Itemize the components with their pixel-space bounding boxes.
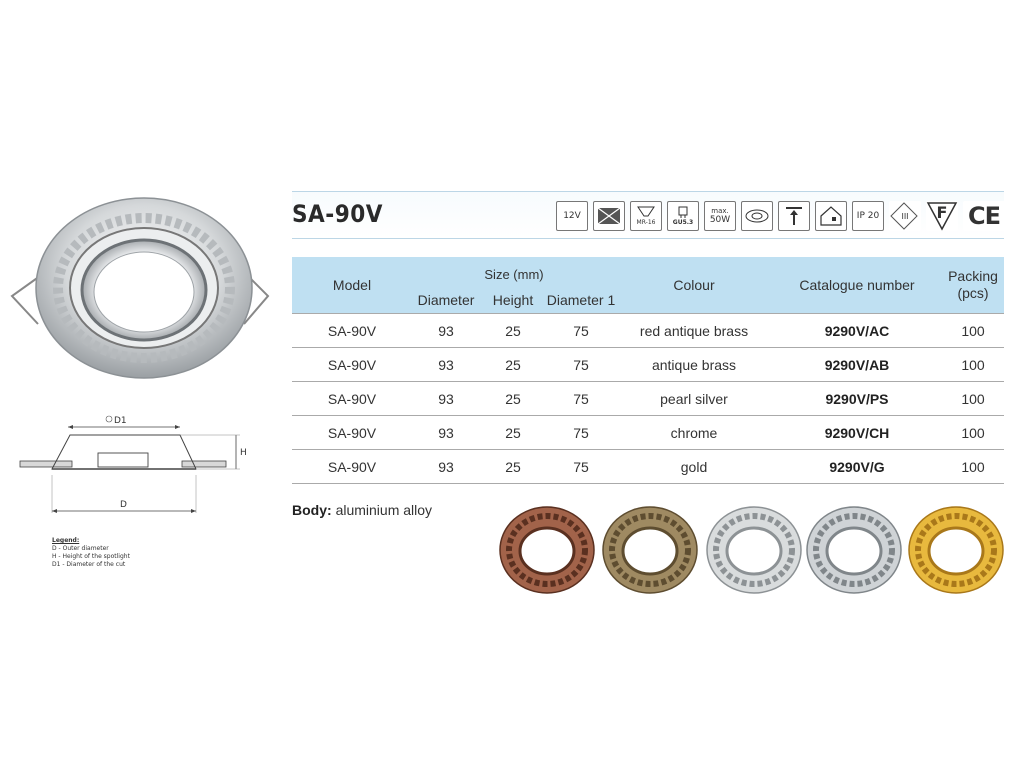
cell-catalogue: 9290V/CH [772, 415, 942, 450]
colour-swatch [602, 506, 698, 594]
cell-colour: gold [616, 449, 772, 484]
voltage-icon: 12V [556, 201, 588, 231]
header-model: Model [332, 277, 372, 293]
colour-swatch [806, 506, 902, 594]
cell-diameter: 93 [412, 415, 480, 450]
gu53-text: GU5.3 [672, 218, 694, 226]
table-row: SA-90V 93 25 75 antique brass 9290V/AB 100 [292, 347, 1004, 382]
ip-text: IP 20 [856, 210, 880, 221]
cell-catalogue: 9290V/AC [772, 313, 942, 348]
cell-model: SA-90V [292, 449, 412, 484]
cell-packing: 100 [942, 313, 1004, 348]
technical-drawing: D1 H D [19, 415, 247, 513]
header-catalogue: Catalogue number [799, 277, 915, 293]
cell-catalogue: 9290V/AB [772, 347, 942, 382]
f-mark-text: F [936, 202, 948, 222]
body-note: Body: aluminium alloy [292, 502, 432, 518]
cell-packing: 100 [942, 347, 1004, 382]
header-diameter1: Diameter 1 [546, 292, 616, 308]
cell-diameter: 93 [412, 347, 480, 382]
header-height: Height [492, 292, 534, 308]
indoor-icon [815, 201, 847, 231]
ceiling-mount-icon [778, 201, 810, 231]
cell-diameter1: 75 [546, 313, 616, 348]
class-iii-text: III [901, 211, 909, 221]
d1-label: D1 [114, 416, 127, 426]
table-row: SA-90V 93 25 75 chrome 9290V/CH 100 [292, 415, 1004, 450]
cell-model: SA-90V [292, 415, 412, 450]
legend: Legend: D - Outer diameter H - Height of… [52, 537, 252, 569]
mr16-lamp-icon: MR-16 [630, 201, 662, 231]
cell-height: 25 [480, 449, 546, 484]
header-packing-label: Packing [948, 268, 998, 284]
cell-catalogue: 9290V/PS [772, 381, 942, 416]
cell-packing: 100 [942, 381, 1004, 416]
cell-colour: antique brass [616, 347, 772, 382]
ce-mark-text: CE [967, 201, 1001, 230]
cell-diameter1: 75 [546, 415, 616, 450]
cell-packing: 100 [942, 415, 1004, 450]
legend-title: Legend: [52, 537, 80, 544]
cell-height: 25 [480, 347, 546, 382]
product-photo [10, 197, 270, 379]
cell-height: 25 [480, 313, 546, 348]
f-mark-icon: F [926, 201, 958, 231]
cell-diameter: 93 [412, 313, 480, 348]
tilt-icon [741, 201, 773, 231]
cell-colour: pearl silver [616, 381, 772, 416]
class-iii-icon: III [889, 201, 921, 231]
table-row: SA-90V 93 25 75 gold 9290V/G 100 [292, 449, 1004, 484]
table-row: SA-90V 93 25 75 red antique brass 9290V/AC 100 [292, 313, 1004, 348]
cell-diameter: 93 [412, 381, 480, 416]
header-colour: Colour [673, 277, 715, 293]
cell-height: 25 [480, 381, 546, 416]
h-label: H [240, 448, 247, 458]
colour-swatch [499, 506, 595, 594]
header-packing: Packing (pcs) [942, 257, 1004, 314]
cell-model: SA-90V [292, 381, 412, 416]
ip-rating-icon: IP 20 [852, 201, 884, 231]
d-label: D [120, 500, 127, 510]
body-value: aluminium alloy [335, 502, 433, 518]
table-body: SA-90V 93 25 75 red antique brass 9290V/AC 100… [292, 313, 1004, 484]
cell-height: 25 [480, 415, 546, 450]
cell-model: SA-90V [292, 347, 412, 382]
cell-diameter: 93 [412, 449, 480, 484]
cell-colour: red antique brass [616, 313, 772, 348]
cell-catalogue: 9290V/G [772, 449, 942, 484]
cell-packing: 100 [942, 449, 1004, 484]
max-power-icon: max. 50W [704, 201, 736, 231]
cell-model: SA-90V [292, 313, 412, 348]
table-header-row: Model Size (mm) Colour Catalogue number … [292, 257, 1004, 301]
header-packing-unit: (pcs) [957, 285, 989, 301]
body-label: Body: [292, 502, 332, 518]
ce-mark-icon: CE [963, 201, 1005, 231]
cell-colour: chrome [616, 415, 772, 450]
power-text: 50W [709, 215, 731, 225]
colour-swatch [706, 506, 802, 594]
header-diameter: Diameter [417, 292, 475, 308]
cell-diameter1: 75 [546, 381, 616, 416]
cell-diameter1: 75 [546, 347, 616, 382]
transformer-icon [593, 201, 625, 231]
product-title: SA-90V [292, 200, 383, 228]
voltage-text: 12V [563, 210, 581, 221]
cell-diameter1: 75 [546, 449, 616, 484]
legend-item: D - Outer diameter [52, 545, 109, 552]
spec-icon-row: 12V MR-16 GU5.3 max. 50W IP 20 III F CE [556, 200, 1005, 232]
header-band: SA-90V 12V MR-16 GU5.3 max. 50W IP 20 II… [292, 191, 1005, 239]
table-row: SA-90V 93 25 75 pearl silver 9290V/PS 100 [292, 381, 1004, 416]
legend-item: H - Height of the spotlight [52, 553, 130, 560]
gu53-socket-icon: GU5.3 [667, 201, 699, 231]
colour-swatch [908, 506, 1004, 594]
legend-item: D1 - Diameter of the cut [52, 561, 126, 568]
mr16-text: MR-16 [636, 218, 656, 226]
spec-table: Model Size (mm) Colour Catalogue number … [292, 257, 1004, 484]
header-size: Size (mm) [484, 266, 544, 282]
